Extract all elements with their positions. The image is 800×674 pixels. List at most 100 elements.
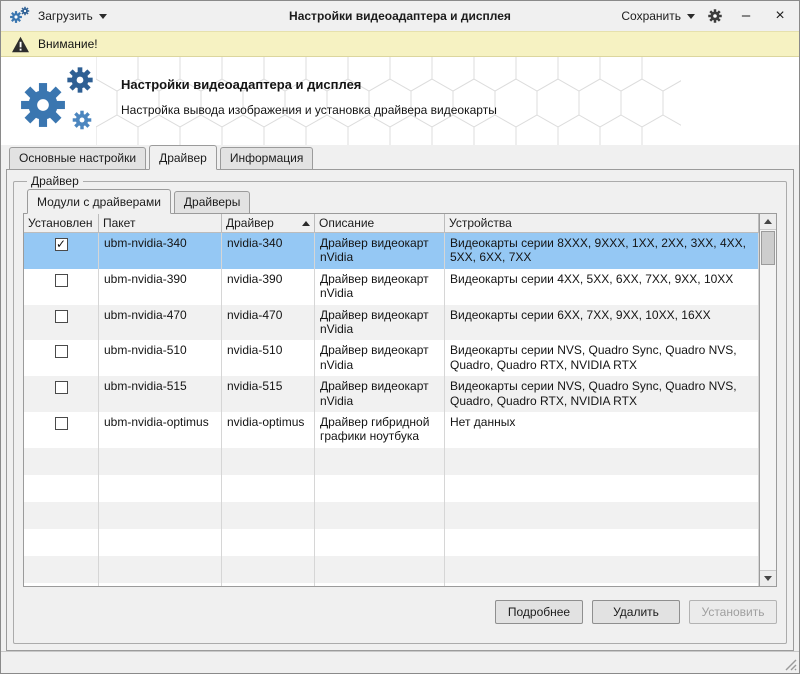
installed-checkbox[interactable] bbox=[55, 381, 68, 394]
description-cell: Драйвер видеокарт nVidia bbox=[315, 233, 445, 269]
column-header-devices[interactable]: Устройства bbox=[445, 214, 759, 233]
table-header-row: Установлен Пакет Драйвер Описание Устрой… bbox=[24, 214, 759, 233]
devices-cell: Видеокарты серии NVS, Quadro Sync, Quadr… bbox=[445, 376, 759, 412]
description-cell: Драйвер гибридной графики ноутбука bbox=[315, 412, 445, 448]
devices-cell: Нет данных bbox=[445, 412, 759, 448]
table-row-nvidia-340[interactable]: ✓ ubm-nvidia-340 nvidia-340 Драйвер виде… bbox=[24, 233, 759, 269]
table-empty-row bbox=[24, 556, 759, 583]
resize-grip[interactable] bbox=[783, 657, 797, 671]
column-header-package[interactable]: Пакет bbox=[99, 214, 222, 233]
scrollbar-track[interactable] bbox=[760, 230, 776, 570]
settings-button[interactable] bbox=[707, 8, 723, 24]
driver-cell: nvidia-optimus bbox=[222, 412, 315, 448]
devices-cell: Видеокарты серии 8XXX, 9XXX, 1XX, 2XX, 3… bbox=[445, 233, 759, 269]
tab-information[interactable]: Информация bbox=[220, 147, 313, 170]
install-button: Установить bbox=[689, 600, 777, 624]
scroll-up-button[interactable] bbox=[760, 214, 776, 230]
table-empty-row bbox=[24, 583, 759, 587]
column-header-installed[interactable]: Установлен bbox=[24, 214, 99, 233]
statusbar bbox=[1, 651, 799, 673]
table-row-nvidia-390[interactable]: ubm-nvidia-390 nvidia-390 Драйвер видеок… bbox=[24, 269, 759, 305]
description-cell: Драйвер видеокарт nVidia bbox=[315, 340, 445, 376]
scroll-down-button[interactable] bbox=[760, 570, 776, 586]
app-gears-icon bbox=[9, 6, 31, 26]
page-subtitle: Настройка вывода изображения и установка… bbox=[121, 103, 497, 117]
installed-cell bbox=[24, 269, 99, 305]
driver-table-area: Установлен Пакет Драйвер Описание Устрой… bbox=[23, 213, 777, 587]
installed-checkbox[interactable] bbox=[55, 345, 68, 358]
devices-cell: Видеокарты серии NVS, Quadro Sync, Quadr… bbox=[445, 340, 759, 376]
tab-drivers[interactable]: Драйверы bbox=[174, 191, 250, 214]
installed-cell bbox=[24, 305, 99, 341]
driver-groupbox: Драйвер Модули с драйверами Драйверы Уст… bbox=[13, 174, 787, 644]
installed-cell bbox=[24, 340, 99, 376]
main-tabstrip: Основные настройки Драйвер Информация bbox=[1, 145, 799, 170]
minimize-button[interactable]: – bbox=[735, 8, 757, 24]
save-button-label: Сохранить bbox=[621, 9, 681, 23]
package-cell: ubm-nvidia-515 bbox=[99, 376, 222, 412]
package-cell: ubm-nvidia-390 bbox=[99, 269, 222, 305]
installed-cell bbox=[24, 376, 99, 412]
driver-cell: nvidia-340 bbox=[222, 233, 315, 269]
save-button[interactable]: Сохранить bbox=[621, 9, 695, 23]
table-empty-row bbox=[24, 448, 759, 475]
driver-cell: nvidia-470 bbox=[222, 305, 315, 341]
warning-icon bbox=[11, 36, 30, 53]
installed-cell: ✓ bbox=[24, 233, 99, 269]
package-cell: ubm-nvidia-optimus bbox=[99, 412, 222, 448]
inner-tabstrip: Модули с драйверами Драйверы bbox=[23, 190, 777, 214]
driver-table: Установлен Пакет Драйвер Описание Устрой… bbox=[23, 213, 760, 587]
installed-checkbox[interactable]: ✓ bbox=[55, 238, 68, 251]
vertical-scrollbar[interactable] bbox=[760, 213, 777, 587]
details-button[interactable]: Подробнее bbox=[495, 600, 583, 624]
load-button-label: Загрузить bbox=[38, 9, 93, 23]
package-cell: ubm-nvidia-470 bbox=[99, 305, 222, 341]
table-empty-row bbox=[24, 529, 759, 556]
page-header: Настройки видеоадаптера и дисплея Настро… bbox=[1, 57, 799, 145]
gear-icon bbox=[707, 8, 723, 24]
warning-text: Внимание! bbox=[38, 37, 98, 51]
installed-checkbox[interactable] bbox=[55, 310, 68, 323]
table-empty-row bbox=[24, 475, 759, 502]
package-cell: ubm-nvidia-340 bbox=[99, 233, 222, 269]
package-cell: ubm-nvidia-510 bbox=[99, 340, 222, 376]
description-cell: Драйвер видеокарт nVidia bbox=[315, 269, 445, 305]
driver-cell: nvidia-515 bbox=[222, 376, 315, 412]
description-cell: Драйвер видеокарт nVidia bbox=[315, 305, 445, 341]
driver-groupbox-label: Драйвер bbox=[27, 174, 83, 188]
tab-main-settings[interactable]: Основные настройки bbox=[9, 147, 146, 170]
table-row-nvidia-470[interactable]: ubm-nvidia-470 nvidia-470 Драйвер видеок… bbox=[24, 305, 759, 341]
app-window: Настройки видеоадаптера и дисплея Загруз… bbox=[0, 0, 800, 674]
driver-cell: nvidia-390 bbox=[222, 269, 315, 305]
sort-ascending-icon bbox=[302, 221, 310, 226]
description-cell: Драйвер видеокарт nVidia bbox=[315, 376, 445, 412]
chevron-down-icon bbox=[687, 14, 695, 19]
driver-tab-page: Драйвер Модули с драйверами Драйверы Уст… bbox=[6, 169, 794, 651]
arrow-down-icon bbox=[764, 576, 772, 581]
tab-driver[interactable]: Драйвер bbox=[149, 145, 217, 170]
table-empty-row bbox=[24, 502, 759, 529]
column-header-driver[interactable]: Драйвер bbox=[222, 214, 315, 233]
page-title: Настройки видеоадаптера и дисплея bbox=[121, 77, 497, 92]
remove-button[interactable]: Удалить bbox=[592, 600, 680, 624]
installed-checkbox[interactable] bbox=[55, 274, 68, 287]
warning-banner: Внимание! bbox=[1, 31, 799, 57]
table-row-nvidia-optimus[interactable]: ubm-nvidia-optimus nvidia-optimus Драйве… bbox=[24, 412, 759, 448]
installed-checkbox[interactable] bbox=[55, 417, 68, 430]
load-button[interactable]: Загрузить bbox=[38, 9, 107, 23]
scrollbar-thumb[interactable] bbox=[761, 231, 775, 265]
chevron-down-icon bbox=[99, 14, 107, 19]
close-button[interactable]: × bbox=[769, 8, 791, 24]
column-header-description[interactable]: Описание bbox=[315, 214, 445, 233]
devices-cell: Видеокарты серии 4XX, 5XX, 6XX, 7XX, 9XX… bbox=[445, 269, 759, 305]
titlebar: Настройки видеоадаптера и дисплея Загруз… bbox=[1, 1, 799, 31]
tab-driver-modules[interactable]: Модули с драйверами bbox=[27, 189, 171, 214]
arrow-up-icon bbox=[764, 219, 772, 224]
installed-cell bbox=[24, 412, 99, 448]
devices-cell: Видеокарты серии 6XX, 7XX, 9XX, 10XX, 16… bbox=[445, 305, 759, 341]
table-row-nvidia-510[interactable]: ubm-nvidia-510 nvidia-510 Драйвер видеок… bbox=[24, 340, 759, 376]
driver-cell: nvidia-510 bbox=[222, 340, 315, 376]
table-row-nvidia-515[interactable]: ubm-nvidia-515 nvidia-515 Драйвер видеок… bbox=[24, 376, 759, 412]
action-buttons: Подробнее Удалить Установить bbox=[23, 600, 777, 624]
gears-illustration-icon bbox=[17, 63, 109, 141]
